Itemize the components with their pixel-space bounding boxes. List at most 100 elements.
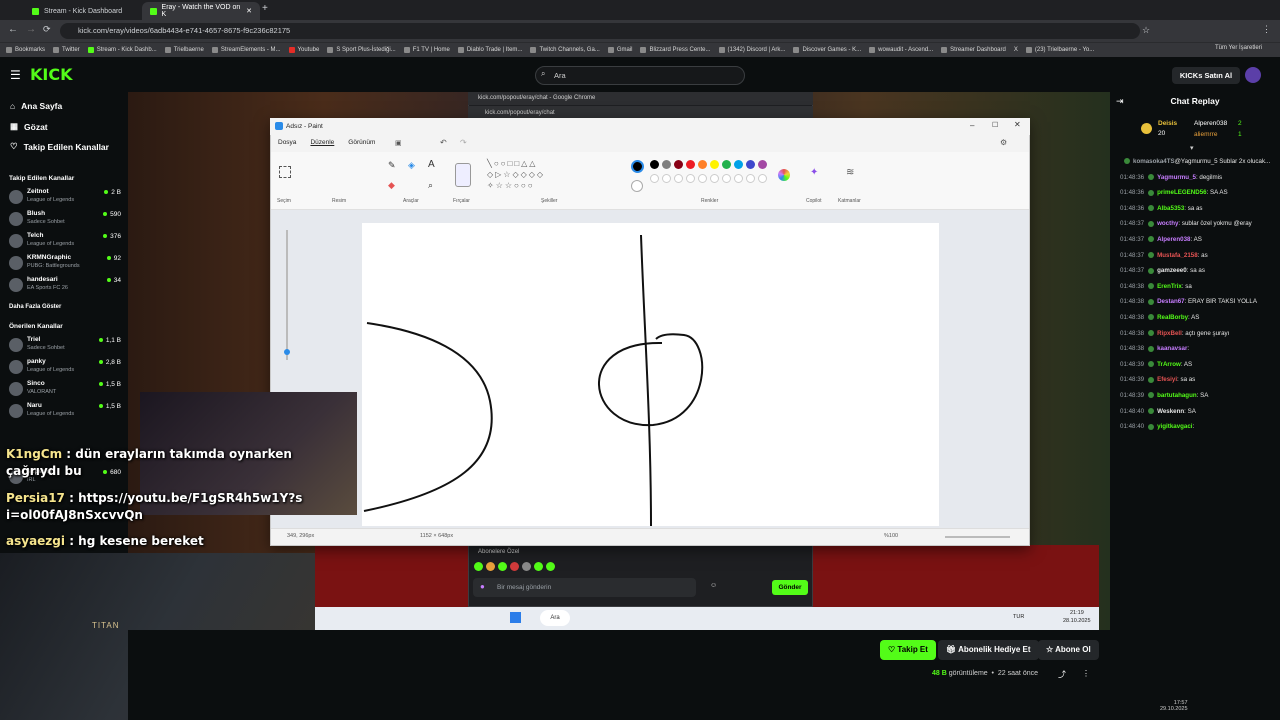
reload-icon[interactable]: ⟳ — [43, 24, 51, 35]
hamburger-menu-icon[interactable]: ☰ — [10, 68, 21, 82]
palette-color-swatch[interactable] — [662, 160, 671, 169]
bookmark-item[interactable]: F1 TV | Home — [403, 47, 450, 53]
close-icon[interactable]: ✕ — [1014, 120, 1021, 129]
empty-color-slot[interactable] — [650, 174, 659, 183]
bookmark-item[interactable]: (1342) Discord | Ark... — [718, 47, 785, 53]
sidebar-channel[interactable]: Triel Sadece Sohbet 1,1 B — [9, 336, 121, 356]
buy-kicks-button[interactable]: KICKs Satın Al — [1172, 67, 1240, 84]
palette-color-swatch[interactable] — [734, 160, 743, 169]
chat-username[interactable]: komasoka4TS — [1133, 158, 1175, 165]
subscribe-button[interactable]: ☆ Abone Ol — [1038, 640, 1099, 660]
empty-color-slot[interactable] — [722, 174, 731, 183]
palette-color-swatch[interactable] — [758, 160, 767, 169]
search-input[interactable]: Ara — [535, 66, 745, 85]
bookmark-item[interactable]: S Sport Plus-İstediği... — [327, 47, 396, 53]
save-icon[interactable]: ▣ — [395, 139, 402, 147]
sidebar-channel[interactable]: Zeitnot League of Legends 2 B — [9, 188, 121, 208]
emote-icon[interactable] — [546, 562, 555, 571]
bookmark-item[interactable]: Stream - Kick Dashb... — [87, 47, 157, 53]
menu-file[interactable]: Dosya — [278, 139, 296, 146]
chat-username[interactable]: Weskenn — [1157, 408, 1184, 415]
empty-color-slot[interactable] — [674, 174, 683, 183]
drawing-canvas[interactable] — [362, 223, 939, 527]
tab-kick-dashboard[interactable]: Stream - Kick Dashboard — [24, 2, 142, 20]
bookmark-item[interactable]: Youtube — [288, 47, 319, 53]
follow-button[interactable]: ♡ Takip Et — [880, 640, 936, 660]
brush-size-slider[interactable] — [286, 230, 288, 360]
bookmark-item[interactable]: Blizzard Press Cente... — [640, 47, 711, 53]
undo-icon[interactable]: ↶ — [440, 138, 447, 147]
bookmark-item[interactable]: Trielbaerne — [164, 47, 204, 53]
emote-picker-icon[interactable]: ☺ — [710, 582, 717, 589]
new-tab-icon[interactable]: + — [262, 3, 268, 14]
send-button[interactable]: Gönder — [772, 580, 808, 595]
primary-color-swatch[interactable] — [631, 160, 644, 173]
sidebar-channel[interactable]: Telch League of Legends 376 — [9, 232, 121, 252]
chat-username[interactable]: Alba5353 — [1157, 205, 1184, 212]
share-icon[interactable]: ⤴ — [1058, 669, 1066, 680]
bookmark-star-icon[interactable]: ☆ — [1142, 25, 1150, 36]
bookmark-item[interactable]: X — [1014, 47, 1018, 53]
tab-eray-vod[interactable]: Eray - Watch the VOD on K ✕ — [142, 2, 260, 20]
slider-thumb[interactable] — [284, 349, 290, 355]
empty-color-slot[interactable] — [746, 174, 755, 183]
chat-username[interactable]: RipxBell — [1157, 330, 1182, 337]
empty-color-slot[interactable] — [758, 174, 767, 183]
chat-username[interactable]: ErenTrix — [1157, 283, 1182, 290]
maximize-icon[interactable]: ☐ — [992, 121, 998, 129]
pencil-tool-icon[interactable]: ✎ — [388, 160, 396, 171]
chat-username[interactable]: Efesiyi — [1157, 376, 1177, 383]
palette-color-swatch[interactable] — [686, 160, 695, 169]
gift-sub-button[interactable]: 🎁︎ Abonelik Hediye Et — [938, 640, 1039, 660]
settings-icon[interactable]: ⚙ — [1000, 138, 1007, 147]
nav-browse[interactable]: ▦ Gözat — [10, 121, 48, 132]
empty-color-slot[interactable] — [710, 174, 719, 183]
zoom-slider[interactable] — [945, 536, 1010, 538]
emote-icon[interactable] — [522, 562, 531, 571]
bookmark-item[interactable]: Discover Games - K... — [793, 47, 861, 53]
brush-tool-icon[interactable] — [455, 163, 471, 187]
menu-edit[interactable]: Düzenle — [310, 139, 334, 146]
sidebar-channel[interactable]: Blush Sadece Sohbet 590 — [9, 210, 121, 230]
chat-username[interactable]: gamzeee0 — [1157, 267, 1187, 274]
bookmark-item[interactable]: (23) Trielbaerne - Yo... — [1025, 47, 1094, 53]
chat-username[interactable]: wocthy — [1157, 220, 1178, 227]
palette-color-swatch[interactable] — [710, 160, 719, 169]
chat-username[interactable]: yigitkavgaci — [1157, 423, 1192, 430]
sidebar-channel[interactable]: KRMNGraphic PUBG: Battlegrounds 92 — [9, 254, 121, 274]
chat-username[interactable]: Alperen038 — [1157, 236, 1190, 243]
chat-username[interactable]: TrArrow — [1157, 361, 1181, 368]
bookmark-item[interactable]: StreamElements - M... — [211, 47, 281, 53]
bookmark-item[interactable]: Diablo Trade | Item... — [457, 47, 522, 53]
emote-icon[interactable] — [486, 562, 495, 571]
bookmark-item[interactable]: Streamer Dashboard — [941, 47, 1006, 53]
url-field[interactable]: kick.com/eray/videos/6adb4434-e741-4657-… — [60, 23, 1140, 39]
layers-icon[interactable]: ≋ — [846, 167, 854, 178]
bookmark-item[interactable]: Bookmarks — [6, 47, 45, 53]
sidebar-channel[interactable]: panky League of Legends 2,8 B — [9, 358, 121, 378]
emote-icon[interactable] — [498, 562, 507, 571]
microphone-icon[interactable]: ● — [480, 582, 485, 591]
sidebar-channel[interactable]: handesari EA Sports FC 26 34 — [9, 276, 121, 296]
nav-home[interactable]: ⌂ Ana Sayfa — [10, 101, 62, 111]
fill-tool-icon[interactable]: ◈ — [408, 160, 415, 171]
palette-color-swatch[interactable] — [698, 160, 707, 169]
empty-color-slot[interactable] — [734, 174, 743, 183]
emote-icon[interactable] — [510, 562, 519, 571]
bookmark-item[interactable]: wowaudit - Ascend... — [869, 47, 933, 53]
empty-color-slot[interactable] — [662, 174, 671, 183]
palette-color-swatch[interactable] — [746, 160, 755, 169]
copilot-icon[interactable]: ✦ — [810, 167, 818, 178]
empty-color-slot[interactable] — [686, 174, 695, 183]
palette-color-swatch[interactable] — [650, 160, 659, 169]
chevron-down-icon[interactable]: ▾ — [1190, 144, 1194, 152]
chat-username[interactable]: bartutahagun — [1157, 392, 1197, 399]
eraser-tool-icon[interactable]: ◆ — [388, 180, 395, 191]
back-icon[interactable]: ← — [8, 24, 18, 35]
menu-view[interactable]: Görünüm — [348, 139, 375, 146]
emote-icon[interactable] — [534, 562, 543, 571]
text-tool-icon[interactable]: A — [428, 159, 435, 170]
sidebar-channel[interactable]: Sinco VALORANT 1,5 B — [9, 380, 121, 400]
chat-username[interactable]: Yagmurmu_5 — [1157, 174, 1196, 181]
minimize-icon[interactable]: – — [970, 121, 974, 130]
